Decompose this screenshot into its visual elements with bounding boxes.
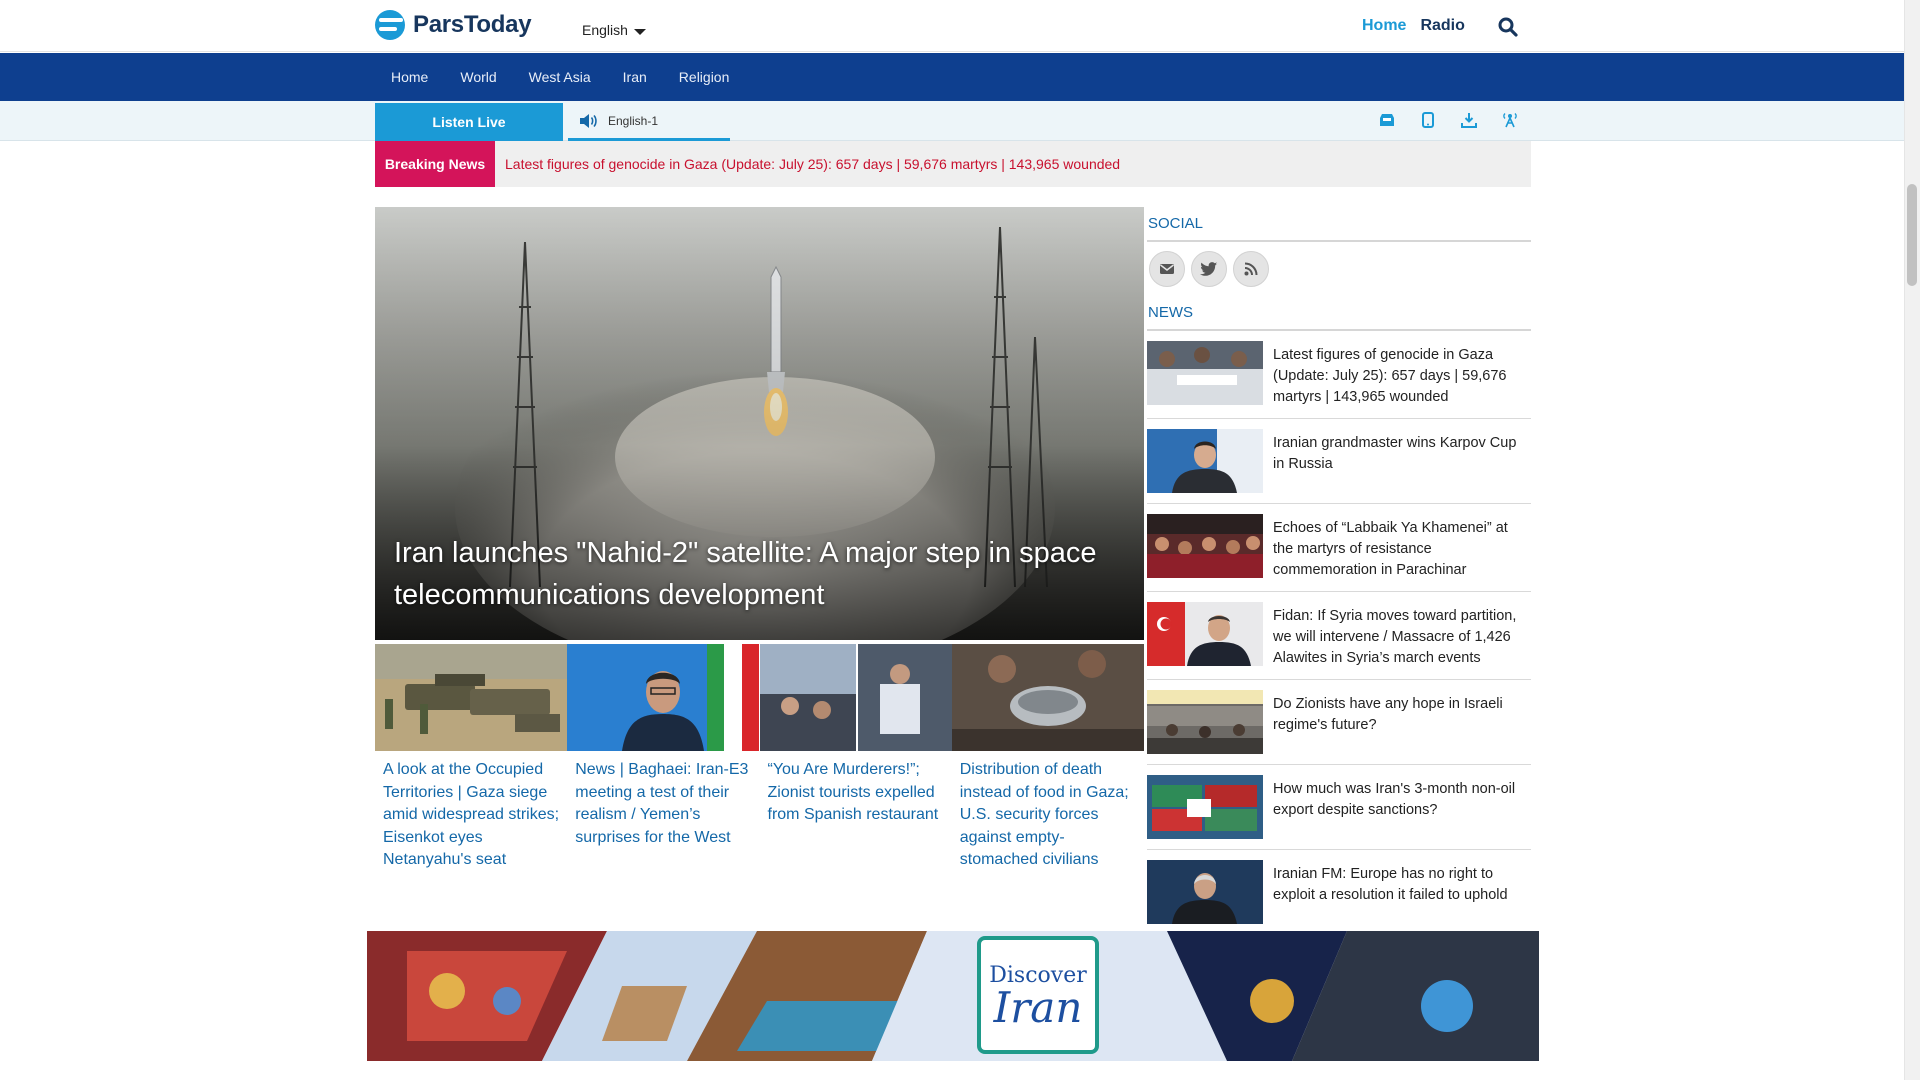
banner-collage-image [367, 931, 1539, 1061]
discover-iran-logo: Discover Iran [977, 936, 1099, 1054]
news-thumb [1147, 602, 1263, 666]
news-thumb [1147, 341, 1263, 405]
mobile-icon[interactable] [1417, 109, 1438, 131]
twitter-icon[interactable] [1191, 251, 1227, 287]
news-thumb [1147, 429, 1263, 493]
breaking-news-text[interactable]: Latest figures of genocide in Gaza (Upda… [505, 156, 1120, 172]
news-thumb [1147, 690, 1263, 754]
antenna-icon[interactable] [1499, 109, 1520, 131]
news-title: Do Zionists have any hope in Israeli reg… [1273, 696, 1503, 733]
nav-item-world[interactable]: World [444, 69, 512, 85]
iran-text: Iran [993, 982, 1083, 1032]
scrollbar-thumb[interactable] [1907, 184, 1917, 286]
story-card[interactable]: News | Baghaei: Iran-E3 meeting a test o… [567, 644, 760, 872]
nav-item-religion[interactable]: Religion [663, 69, 746, 85]
logo-text: ParsToday [413, 11, 532, 38]
top-links: Home Radio [1362, 17, 1465, 35]
channel-label: English-1 [608, 113, 659, 128]
news-title: Latest figures of genocide in Gaza (Upda… [1273, 347, 1507, 405]
card-title: Distribution of death instead of food in… [959, 761, 1129, 868]
live-tools [1376, 109, 1520, 131]
language-label: English [582, 22, 628, 38]
social-links [1147, 242, 1531, 296]
mail-icon[interactable] [1149, 251, 1185, 287]
speaker-icon [580, 113, 597, 128]
story-card[interactable]: A look at the Occupied Territories | Gaz… [375, 644, 567, 872]
news-title: How much was Iran's 3-month non-oil expo… [1273, 781, 1516, 818]
story-card[interactable]: “You Are Murderers!”; Zionist tourists e… [759, 644, 952, 872]
hero-title: Iran launches "Nahid-2" satellite: A maj… [394, 537, 1097, 611]
nav-item-west-asia[interactable]: West Asia [513, 69, 607, 85]
news-title: Iranian grandmaster wins Karpov Cup in R… [1273, 435, 1517, 472]
card-image-spokesman [567, 644, 760, 751]
search-icon[interactable] [1498, 17, 1518, 37]
download-icon[interactable] [1458, 109, 1479, 131]
top-link-radio[interactable]: Radio [1420, 17, 1464, 35]
sidebar: SOCIAL NEWS Latest figures of genocide i… [1147, 207, 1531, 935]
nav-item-home[interactable]: Home [375, 69, 444, 85]
social-heading: SOCIAL [1147, 207, 1531, 242]
story-cards: A look at the Occupied Territories | Gaz… [375, 644, 1144, 872]
card-image-food-pot [951, 644, 1144, 751]
news-thumb [1147, 775, 1263, 839]
news-thumb [1147, 860, 1263, 924]
news-list-item[interactable]: Echoes of “Labbaik Ya Khamenei” at the m… [1147, 504, 1531, 592]
card-title: “You Are Murderers!”; Zionist tourists e… [767, 761, 939, 823]
card-image-restaurant [759, 644, 952, 751]
news-list-item[interactable]: Latest figures of genocide in Gaza (Upda… [1147, 331, 1531, 419]
site-logo[interactable]: ParsToday [375, 10, 532, 40]
language-selector[interactable]: English [582, 22, 646, 38]
listen-live-button[interactable]: Listen Live [375, 103, 563, 141]
card-title: A look at the Occupied Territories | Gaz… [383, 761, 560, 868]
card-image-tanks [375, 644, 567, 751]
breaking-news-bar: Breaking News Latest figures of genocide… [375, 141, 1531, 187]
news-list-item[interactable]: Iranian FM: Europe has no right to explo… [1147, 850, 1531, 935]
page: ParsToday English Home Radio Home World … [0, 0, 1920, 1080]
news-heading: NEWS [1147, 296, 1531, 331]
scrollbar-track[interactable] [1904, 0, 1920, 1080]
news-title: Fidan: If Syria moves toward partition, … [1273, 608, 1517, 666]
news-list-item[interactable]: Fidan: If Syria moves toward partition, … [1147, 592, 1531, 680]
news-title: Iranian FM: Europe has no right to explo… [1273, 866, 1508, 903]
inbox-icon[interactable] [1376, 109, 1397, 131]
channel-selector[interactable]: English-1 [568, 103, 730, 141]
live-bar: Listen Live English-1 [0, 101, 1904, 141]
news-list-item[interactable]: Iranian grandmaster wins Karpov Cup in R… [1147, 419, 1531, 504]
news-list-item[interactable]: Do Zionists have any hope in Israeli reg… [1147, 680, 1531, 765]
nav-item-iran[interactable]: Iran [607, 69, 663, 85]
main-nav: Home World West Asia Iran Religion [0, 53, 1904, 101]
card-title: News | Baghaei: Iran-E3 meeting a test o… [575, 761, 749, 846]
hero-story[interactable]: Iran launches "Nahid-2" satellite: A maj… [375, 207, 1144, 640]
rss-icon[interactable] [1233, 251, 1269, 287]
discover-iran-banner[interactable]: Discover Iran [367, 931, 1539, 1061]
logo-icon [375, 10, 405, 40]
breaking-news-label: Breaking News [375, 141, 495, 187]
news-title: Echoes of “Labbaik Ya Khamenei” at the m… [1273, 520, 1508, 578]
news-list-item[interactable]: How much was Iran's 3-month non-oil expo… [1147, 765, 1531, 850]
top-link-home[interactable]: Home [1362, 17, 1406, 35]
top-header: ParsToday English Home Radio [0, 0, 1904, 52]
story-card[interactable]: Distribution of death instead of food in… [951, 644, 1144, 872]
chevron-down-icon [633, 28, 646, 35]
news-thumb [1147, 514, 1263, 578]
